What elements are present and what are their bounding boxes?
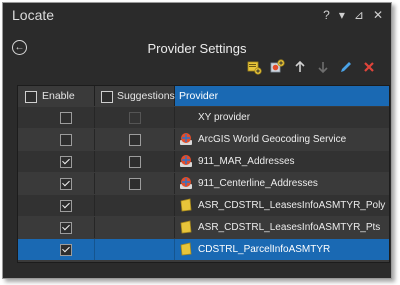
table-row[interactable]: ASR_CDSTRL_LeasesInfoASMTYR_Pts [18,217,389,238]
options-dropdown-button[interactable]: ▾ [339,8,345,22]
suggestions-cell [95,151,175,172]
help-button[interactable]: ? [323,8,330,22]
suggestions-checkbox[interactable] [129,178,141,190]
red-x-icon [364,62,374,72]
pane-controls: ? ▾ ⊿ ✕ [323,8,383,22]
table-header: Enable Suggestions Provider [18,86,389,106]
provider-name: 911_Centerline_Addresses [198,178,318,189]
add-service-button[interactable] [269,59,285,75]
enable-cell [18,239,95,260]
move-down-button[interactable] [315,59,331,75]
provider-cell: ArcGIS World Geocoding Service [175,129,389,150]
add-locator-icon [247,61,262,75]
auto-hide-button[interactable]: ⊿ [354,8,364,22]
enable-cell [18,173,95,194]
globe-locator-icon [180,155,192,167]
provider-cell: 911_MAR_Addresses [175,151,389,172]
pane-title: Locate [12,7,55,23]
globe-locator-icon [180,133,192,145]
arrow-up-icon [295,60,305,72]
column-enable-label: Enable [42,90,75,102]
suggestions-checkbox [129,112,141,124]
provider-name: 911_MAR_Addresses [198,156,295,167]
table-row[interactable]: XY provider [18,107,389,128]
column-suggestions[interactable]: Suggestions [95,86,175,106]
enable-checkbox[interactable] [60,244,72,256]
edit-button[interactable] [338,59,354,75]
table-row-selected[interactable]: CDSTRL_ParcelInfoASMTYR [18,239,389,260]
table-row[interactable]: 911_MAR_Addresses [18,151,389,172]
remove-button[interactable] [361,59,377,75]
close-pane-button[interactable]: ✕ [373,8,383,22]
provider-toolbar [246,59,377,75]
column-provider-label: Provider [179,90,219,102]
provider-cell: CDSTRL_ParcelInfoASMTYR [175,239,389,260]
enable-cell [18,129,95,150]
enable-checkbox[interactable] [60,156,72,168]
enable-checkbox[interactable] [60,178,72,190]
provider-cell: ASR_CDSTRL_LeasesInfoASMTYR_Pts [175,217,389,238]
table-row[interactable]: 911_Centerline_Addresses [18,173,389,194]
suggestions-cell [95,173,175,194]
column-suggestions-label: Suggestions [117,90,175,102]
column-provider[interactable]: Provider [175,86,389,106]
polygon-layer-icon [180,198,192,212]
enable-checkbox[interactable] [60,222,72,234]
move-up-button[interactable] [292,59,308,75]
enable-cell [18,107,95,128]
suggestions-checkbox[interactable] [129,156,141,168]
enable-cell [18,195,95,216]
provider-table: Enable Suggestions Provider XY provider [17,85,390,263]
pane-header: Locate ? ▾ ⊿ ✕ [3,3,391,27]
add-service-icon [270,59,285,73]
enable-checkbox[interactable] [60,200,72,212]
pencil-icon [341,62,351,72]
provider-name: XY provider [198,112,251,123]
add-locator-button[interactable] [246,59,262,75]
provider-name: ASR_CDSTRL_LeasesInfoASMTYR_Pts [198,222,381,233]
arrow-down-icon [318,62,328,74]
suggestions-cell [95,195,175,216]
provider-cell: 911_Centerline_Addresses [175,173,389,194]
suggestions-cell [95,107,175,128]
provider-cell: XY provider [175,107,389,128]
polygon-layer-icon [180,220,192,234]
provider-cell: ASR_CDSTRL_LeasesInfoASMTYR_Poly [175,195,389,216]
polygon-layer-icon [180,242,192,256]
enable-cell [18,217,95,238]
table-row[interactable]: ArcGIS World Geocoding Service [18,129,389,150]
provider-name: CDSTRL_ParcelInfoASMTYR [198,244,331,255]
suggestions-cell [95,239,175,260]
suggestions-cell [95,217,175,238]
locate-pane: Locate ? ▾ ⊿ ✕ ← Provider Settings Enabl… [2,2,392,279]
enable-checkbox[interactable] [60,112,72,124]
enable-checkbox[interactable] [60,134,72,146]
globe-locator-icon [180,177,192,189]
suggestions-checkbox[interactable] [129,134,141,146]
suggestions-cell [95,129,175,150]
provider-name: ArcGIS World Geocoding Service [198,134,347,145]
provider-name: ASR_CDSTRL_LeasesInfoASMTYR_Poly [198,200,386,211]
page-title: Provider Settings [147,41,247,56]
enable-cell [18,151,95,172]
suggestions-all-checkbox[interactable] [101,91,113,103]
enable-all-checkbox[interactable] [25,91,37,103]
table-row[interactable]: ASR_CDSTRL_LeasesInfoASMTYR_Poly [18,195,389,216]
column-enable[interactable]: Enable [18,86,95,106]
